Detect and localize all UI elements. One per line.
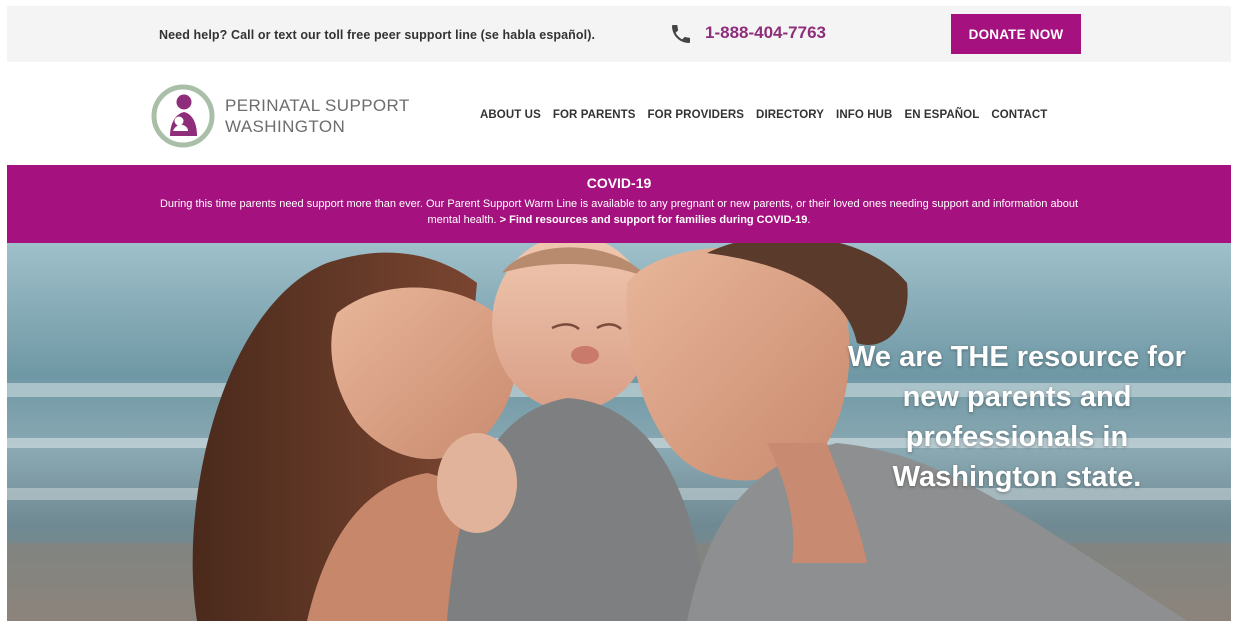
covid-banner: COVID-19 During this time parents need s… [7, 165, 1231, 243]
logo-line-2: WASHINGTON [225, 117, 346, 136]
nav-for-providers[interactable]: FOR PROVIDERS [648, 109, 745, 121]
help-text: Need help? Call or text our toll free pe… [159, 28, 596, 42]
main-nav: ABOUT US FOR PARENTS FOR PROVIDERS DIREC… [480, 109, 1047, 121]
covid-body: During this time parents need support mo… [157, 196, 1081, 228]
site-header: PERINATAL SUPPORT WASHINGTON ABOUT US FO… [7, 62, 1231, 165]
top-help-bar: Need help? Call or text our toll free pe… [7, 6, 1231, 62]
phone-number-link[interactable]: 1-888-404-7763 [705, 23, 826, 43]
nav-contact[interactable]: CONTACT [991, 109, 1047, 121]
page: Need help? Call or text our toll free pe… [7, 6, 1231, 621]
nav-directory[interactable]: DIRECTORY [756, 109, 824, 121]
hero-section: We are THE resource for new parents and … [7, 243, 1231, 621]
donate-now-button[interactable]: DONATE NOW [951, 14, 1081, 54]
hero-headline: We are THE resource for new parents and … [848, 341, 1186, 493]
logo-line-1: PERINATAL SUPPORT [225, 96, 410, 115]
nav-for-parents[interactable]: FOR PARENTS [553, 109, 636, 121]
nav-en-espanol[interactable]: EN ESPAÑOL [904, 109, 979, 121]
covid-body-end: . [807, 214, 811, 226]
covid-resources-link[interactable]: > Find resources and support for familie… [500, 214, 808, 226]
covid-title: COVID-19 [586, 175, 652, 191]
nav-info-hub[interactable]: INFO HUB [836, 109, 892, 121]
mother-child-logo[interactable] [151, 84, 215, 148]
logo-wordmark[interactable]: PERINATAL SUPPORT WASHINGTON [225, 95, 410, 137]
phone-icon[interactable] [669, 22, 693, 46]
nav-about-us[interactable]: ABOUT US [480, 109, 541, 121]
